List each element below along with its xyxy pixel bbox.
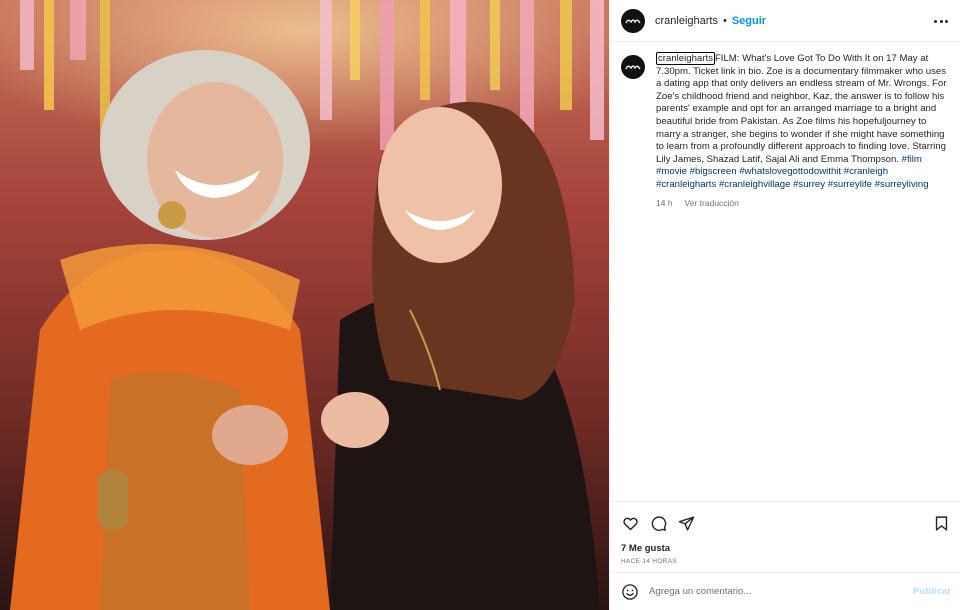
bookmark-icon xyxy=(935,515,947,531)
save-button[interactable] xyxy=(932,514,950,532)
smiley-face-icon xyxy=(622,583,638,600)
comment-bar: Publicar xyxy=(610,572,960,610)
likes-count[interactable]: 7 Me gusta xyxy=(621,543,950,554)
caption-text: cranleigharts FILM: What's Love Got To Do… xyxy=(656,52,950,192)
comment-bubble-icon xyxy=(651,515,666,531)
post-actions: 7 Me gusta HACE 14 HORAS xyxy=(610,501,960,565)
comment-button[interactable] xyxy=(649,514,667,532)
hashtag-link[interactable]: #bigscreen xyxy=(690,166,737,177)
caption-content: FILM: What's Love Got To Do With It on 1… xyxy=(656,53,947,165)
post-photo[interactable] xyxy=(0,0,609,610)
hashtag-link[interactable]: #cranleigharts xyxy=(656,179,716,190)
hashtag-link[interactable]: #surrey xyxy=(793,179,825,190)
comment-input[interactable] xyxy=(649,586,914,597)
paper-plane-icon xyxy=(678,515,694,531)
cranleigh-logo-icon xyxy=(625,65,641,70)
photo-two-women-laughing-icon xyxy=(0,0,609,610)
hashtag-link[interactable]: #cranleighvillage xyxy=(719,179,790,190)
post-header: cranleigharts • Seguir xyxy=(610,0,960,42)
cranleigh-logo-icon xyxy=(625,18,641,23)
translate-link[interactable]: Ver traducción xyxy=(685,198,739,208)
post-side-panel: cranleigharts • Seguir cranleigharts FILM… xyxy=(609,0,960,610)
hashtag-link[interactable]: #cranleigh xyxy=(844,166,888,177)
hashtag-link[interactable]: #whatslovegottodowithit xyxy=(739,166,841,177)
header-username[interactable]: cranleigharts xyxy=(655,15,718,27)
caption-time[interactable]: 14 h xyxy=(656,198,673,208)
follow-button[interactable]: Seguir xyxy=(732,15,766,27)
hashtag-link[interactable]: #surreylife xyxy=(828,179,872,190)
account-avatar[interactable] xyxy=(621,8,645,33)
caption-avatar[interactable] xyxy=(621,55,645,79)
hashtag-link[interactable]: #film xyxy=(902,154,922,165)
header-separator: • xyxy=(722,14,727,27)
caption-meta: 14 h Ver traducción xyxy=(656,198,950,208)
publish-button[interactable]: Publicar xyxy=(913,586,951,597)
heart-icon xyxy=(622,517,638,530)
emoji-button[interactable] xyxy=(621,583,639,601)
more-horizontal-icon[interactable] xyxy=(934,14,948,28)
post-time-ago[interactable]: HACE 14 HORAS xyxy=(621,558,950,565)
share-button[interactable] xyxy=(677,514,695,532)
caption-area: cranleigharts FILM: What's Love Got To Do… xyxy=(610,42,960,500)
hashtag-link[interactable]: #surreyliving xyxy=(875,179,929,190)
caption-username[interactable]: cranleigharts xyxy=(656,52,715,65)
caption-body: cranleigharts FILM: What's Love Got To Do… xyxy=(656,52,950,500)
action-row xyxy=(621,512,950,534)
like-button[interactable] xyxy=(621,514,639,532)
hashtag-link[interactable]: #movie xyxy=(656,166,687,177)
